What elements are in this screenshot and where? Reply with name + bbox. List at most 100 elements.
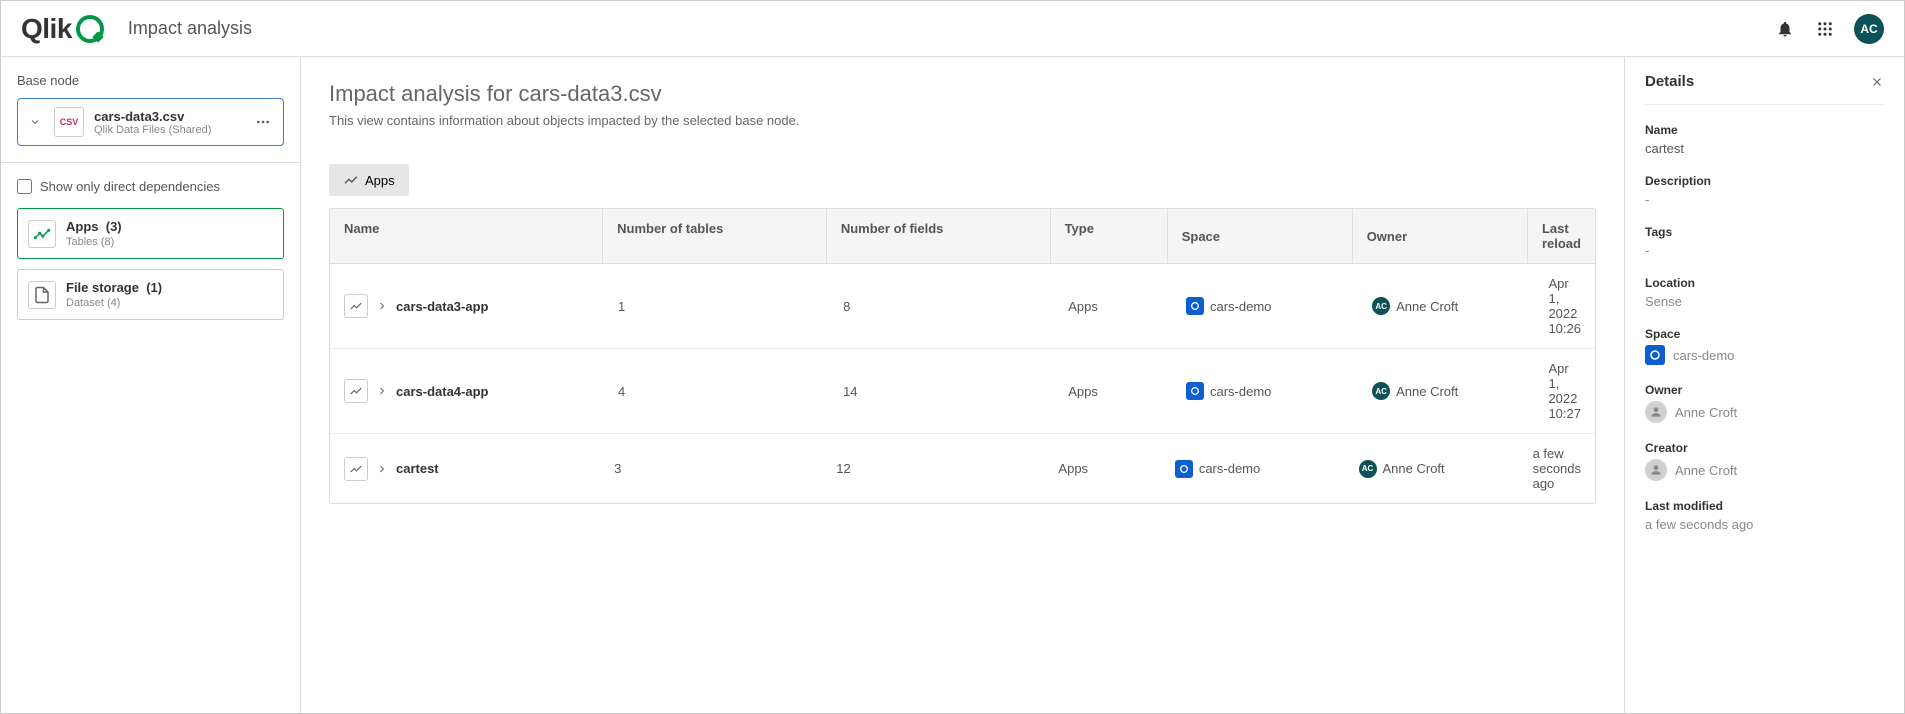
apps-tab-icon (343, 172, 359, 188)
logo-text: Qlik (21, 13, 72, 45)
tab-label: Apps (365, 173, 395, 188)
app-row-icon (344, 457, 368, 481)
sidebar-item-label: File storage (66, 280, 139, 295)
row-num-tables: 1 (604, 287, 829, 326)
chevron-right-icon[interactable] (376, 463, 388, 475)
close-icon[interactable] (1870, 75, 1884, 89)
detail-description-value: - (1645, 192, 1884, 207)
sidebar-item-sub: Dataset (4) (66, 297, 162, 309)
space-icon (1175, 460, 1193, 478)
content-subtitle: This view contains information about obj… (329, 113, 1596, 128)
row-num-tables: 3 (600, 449, 822, 488)
row-type: Apps (1054, 372, 1172, 411)
apps-icon (28, 220, 56, 248)
row-name: cars-data4-app (396, 384, 488, 399)
row-name: cartest (396, 461, 439, 476)
table-header: Name Number of tables Number of fields T… (330, 209, 1595, 264)
base-node-label: Base node (17, 73, 284, 88)
table-row[interactable]: cartest 3 12 Apps cars-demo AC Anne Crof… (330, 434, 1595, 503)
base-node-title: cars-data3.csv (94, 109, 241, 124)
person-icon (1645, 459, 1667, 481)
base-node-card[interactable]: CSV cars-data3.csv Qlik Data Files (Shar… (17, 98, 284, 146)
space-icon (1186, 297, 1204, 315)
row-space: cars-demo (1210, 384, 1271, 399)
chevron-down-icon[interactable] (26, 116, 44, 128)
detail-creator-value: Anne Croft (1675, 463, 1737, 478)
page-title: Impact analysis (128, 18, 252, 39)
sidebar-item-sub: Tables (8) (66, 236, 122, 248)
sidebar-item-count: (3) (106, 219, 122, 234)
detail-description-label: Description (1645, 174, 1884, 188)
owner-avatar-icon: AC (1372, 382, 1390, 400)
details-panel: Details Name cartest Description - Tags … (1624, 57, 1904, 713)
chevron-right-icon[interactable] (376, 385, 388, 397)
base-node-subtitle: Qlik Data Files (Shared) (94, 124, 241, 136)
detail-tags-value: - (1645, 243, 1884, 258)
col-space[interactable]: Space (1167, 209, 1352, 263)
detail-tags-label: Tags (1645, 225, 1884, 239)
row-owner: Anne Croft (1383, 461, 1445, 476)
col-owner[interactable]: Owner (1352, 209, 1527, 263)
row-type: Apps (1054, 287, 1172, 326)
sidebar-item-count: (1) (146, 280, 162, 295)
col-type[interactable]: Type (1050, 209, 1167, 263)
file-type-icon: CSV (54, 107, 84, 137)
content-title: Impact analysis for cars-data3.csv (329, 81, 1596, 107)
sidebar-item-file-storage[interactable]: File storage (1) Dataset (4) (17, 269, 284, 320)
table-row[interactable]: cars-data4-app 4 14 Apps cars-demo AC An… (330, 349, 1595, 434)
user-avatar[interactable]: AC (1854, 14, 1884, 44)
app-row-icon (344, 379, 368, 403)
details-title: Details (1645, 73, 1694, 90)
row-name: cars-data3-app (396, 299, 488, 314)
direct-deps-checkbox[interactable] (17, 179, 32, 194)
row-space: cars-demo (1199, 461, 1260, 476)
space-icon (1186, 382, 1204, 400)
row-space: cars-demo (1210, 299, 1271, 314)
apps-table: Name Number of tables Number of fields T… (329, 208, 1596, 504)
row-last-reload: Apr 1, 2022 10:27 (1534, 349, 1595, 433)
more-menu-icon[interactable] (251, 110, 275, 134)
detail-last-modified-label: Last modified (1645, 499, 1884, 513)
detail-last-modified-value: a few seconds ago (1645, 517, 1884, 532)
col-num-tables[interactable]: Number of tables (602, 209, 826, 263)
row-owner: Anne Croft (1396, 299, 1458, 314)
detail-name-label: Name (1645, 123, 1884, 137)
col-name[interactable]: Name (330, 209, 602, 263)
row-num-fields: 12 (822, 449, 1044, 488)
logo-icon (76, 15, 104, 43)
sidebar-item-apps[interactable]: Apps (3) Tables (8) (17, 208, 284, 259)
detail-name-value: cartest (1645, 141, 1884, 156)
sidebar-item-label: Apps (66, 219, 99, 234)
row-type: Apps (1044, 449, 1160, 488)
space-icon (1645, 345, 1665, 365)
col-last-reload[interactable]: Last reload (1527, 209, 1595, 263)
row-num-fields: 8 (829, 287, 1054, 326)
logo[interactable]: Qlik (21, 13, 104, 45)
row-owner: Anne Croft (1396, 384, 1458, 399)
col-num-fields[interactable]: Number of fields (826, 209, 1050, 263)
bell-icon[interactable] (1774, 18, 1796, 40)
row-num-fields: 14 (829, 372, 1054, 411)
table-row[interactable]: cars-data3-app 1 8 Apps cars-demo AC Ann… (330, 264, 1595, 349)
detail-location-value: Sense (1645, 294, 1884, 309)
app-row-icon (344, 294, 368, 318)
topbar: Qlik Impact analysis AC (1, 1, 1904, 57)
owner-avatar-icon: AC (1359, 460, 1377, 478)
row-num-tables: 4 (604, 372, 829, 411)
detail-owner-value: Anne Croft (1675, 405, 1737, 420)
person-icon (1645, 401, 1667, 423)
detail-location-label: Location (1645, 276, 1884, 290)
direct-deps-label: Show only direct dependencies (40, 179, 220, 194)
detail-owner-label: Owner (1645, 383, 1884, 397)
main-content: Impact analysis for cars-data3.csv This … (301, 57, 1624, 713)
owner-avatar-icon: AC (1372, 297, 1390, 315)
row-last-reload: a few seconds ago (1519, 434, 1595, 503)
file-icon (28, 281, 56, 309)
tab-apps[interactable]: Apps (329, 164, 409, 196)
row-last-reload: Apr 1, 2022 10:26 (1534, 264, 1595, 348)
app-launcher-icon[interactable] (1814, 18, 1836, 40)
detail-space-value: cars-demo (1673, 348, 1734, 363)
detail-creator-label: Creator (1645, 441, 1884, 455)
chevron-right-icon[interactable] (376, 300, 388, 312)
sidebar: Base node CSV cars-data3.csv Qlik Data F… (1, 57, 301, 713)
